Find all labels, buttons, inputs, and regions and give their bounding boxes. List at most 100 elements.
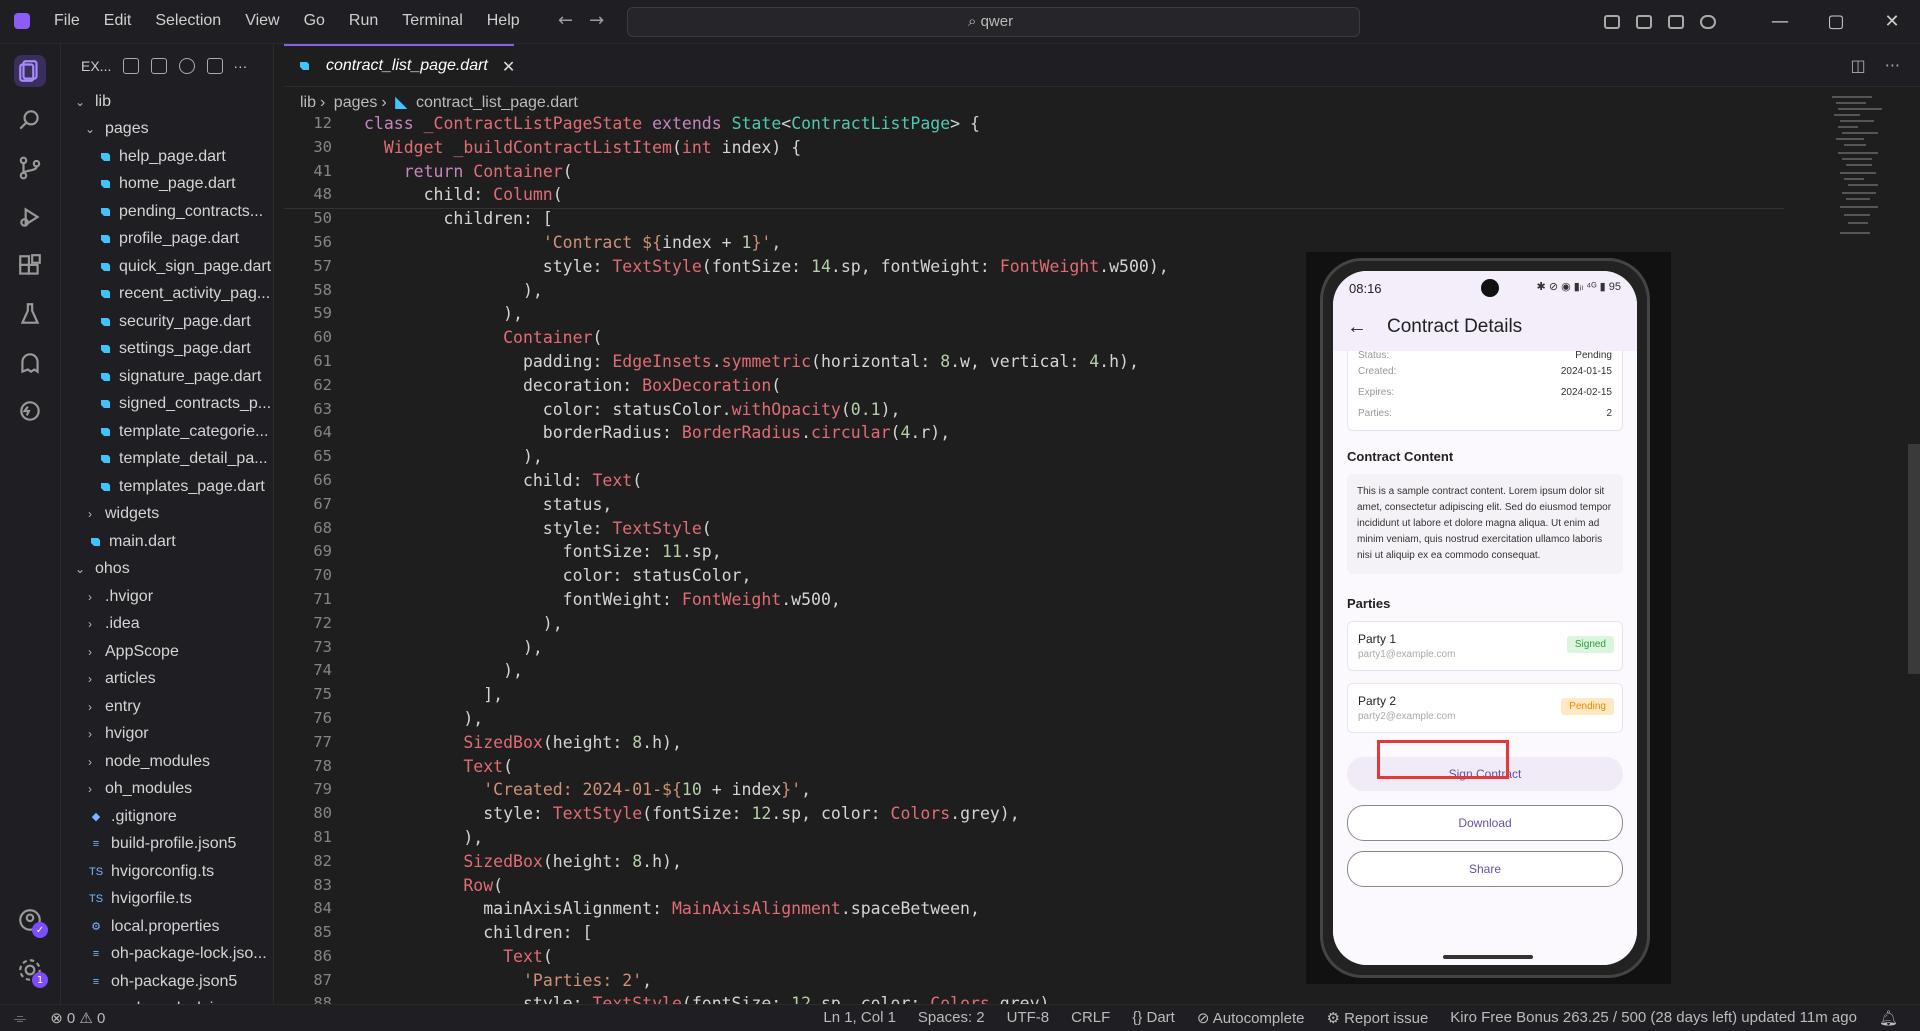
extensions-icon[interactable]	[14, 250, 46, 282]
party-card[interactable]: Party 1 party1@example.com Signed	[1347, 621, 1623, 671]
code-line[interactable]: 82 SizedBox(height: 8.h),	[284, 852, 1384, 876]
source-control-icon[interactable]	[14, 152, 46, 184]
code-line[interactable]: 12 class _ContractListPageState extends S…	[284, 114, 1384, 138]
tree-item[interactable]: › hvigor	[61, 721, 273, 749]
back-arrow-icon[interactable]: ←	[1347, 316, 1367, 339]
tree-item[interactable]: ⌄ pages	[61, 116, 273, 144]
tree-item[interactable]: ⌄ lib	[61, 88, 273, 116]
code-line[interactable]: 62 decoration: BoxDecoration(	[284, 376, 1384, 400]
chat-icon[interactable]	[1700, 14, 1716, 29]
code-line[interactable]: 68 style: TextStyle(	[284, 519, 1384, 543]
code-line[interactable]: 70 color: statusColor,	[284, 566, 1384, 590]
tree-item[interactable]: template_categorie...	[61, 418, 273, 446]
tree-item[interactable]: signature_page.dart	[61, 363, 273, 391]
tree-item[interactable]: › AppScope	[61, 638, 273, 666]
download-button[interactable]: Download	[1347, 805, 1623, 841]
search-icon[interactable]	[14, 104, 46, 136]
flutter-icon[interactable]	[14, 395, 46, 427]
notifications-bell-icon[interactable]: 🔔︎	[1879, 1009, 1898, 1027]
menu-view[interactable]: View	[245, 12, 279, 30]
code-line[interactable]: 60 Container(	[284, 328, 1384, 352]
line-ending[interactable]: CRLF	[1071, 1009, 1110, 1027]
code-line[interactable]: 65 ),	[284, 447, 1384, 471]
new-folder-icon[interactable]	[151, 58, 168, 74]
code-line[interactable]: 71 fontWeight: FontWeight.w500,	[284, 590, 1384, 614]
more-actions-icon[interactable]: ···	[233, 58, 247, 74]
settings-gear-icon[interactable]: 1	[14, 954, 48, 988]
code-line[interactable]: 75 ],	[284, 685, 1384, 709]
tree-item[interactable]: main.dart	[61, 528, 273, 556]
code-line[interactable]: 56 'Contract ${index + 1}',	[284, 233, 1384, 257]
tree-item[interactable]: template_detail_pa...	[61, 446, 273, 474]
problems-count[interactable]: ⊗ 0 ⚠ 0	[50, 1010, 105, 1027]
tree-item[interactable]: profile_page.dart	[61, 226, 273, 254]
tree-item[interactable]: help_page.dart	[61, 143, 273, 171]
menu-run[interactable]: Run	[349, 12, 378, 30]
explorer-icon[interactable]	[14, 55, 46, 87]
code-line[interactable]: 72 ),	[284, 614, 1384, 638]
code-line[interactable]: 67 status,	[284, 495, 1384, 519]
editor-more-icon[interactable]: ···	[1885, 56, 1900, 75]
kiro-bonus-status[interactable]: Kiro Free Bonus 263.25 / 500 (28 days le…	[1450, 1009, 1857, 1027]
code-line[interactable]: 77 SizedBox(height: 8.h),	[284, 733, 1384, 757]
tree-item[interactable]: pending_contracts...	[61, 198, 273, 226]
tree-item[interactable]: signed_contracts_p...	[61, 391, 273, 419]
code-line[interactable]: 64 borderRadius: BorderRadius.circular(4…	[284, 423, 1384, 447]
tree-item[interactable]: TS hvigorfile.ts	[61, 886, 273, 914]
tab-contract-list-page[interactable]: contract_list_page.dart ✕	[284, 44, 515, 86]
code-line[interactable]: 80 style: TextStyle(fontSize: 12.sp, col…	[284, 804, 1384, 828]
refresh-icon[interactable]	[179, 58, 196, 74]
tree-item[interactable]: ≡ oh-package.json5	[61, 968, 273, 996]
code-line[interactable]: 58 ),	[284, 281, 1384, 305]
code-line[interactable]: 86 Text(	[284, 947, 1384, 971]
tree-item[interactable]: recent_activity_pag...	[61, 281, 273, 309]
tree-item[interactable]: {}package-lock.json	[61, 996, 273, 1004]
tree-item[interactable]: TS hvigorconfig.ts	[61, 858, 273, 886]
tree-item[interactable]: ⚙ local.properties	[61, 913, 273, 941]
testing-icon[interactable]	[14, 298, 46, 330]
toggle-sidebar-icon[interactable]	[1636, 14, 1652, 29]
code-line[interactable]: 59 ),	[284, 304, 1384, 328]
tree-item[interactable]: › .idea	[61, 611, 273, 639]
tree-item[interactable]: ◆ .gitignore	[61, 803, 273, 831]
code-line[interactable]: 63 color: statusColor.withOpacity(0.1),	[284, 400, 1384, 424]
encoding[interactable]: UTF-8	[1007, 1009, 1050, 1027]
report-issue[interactable]: ⚙ Report issue	[1326, 1009, 1428, 1027]
tab-close-icon[interactable]: ✕	[502, 57, 515, 76]
code-line[interactable]: 74 ),	[284, 661, 1384, 685]
share-button[interactable]: Share	[1347, 851, 1623, 887]
code-line[interactable]: 88 style: TextStyle(fontSize: 12.sp, col…	[284, 994, 1384, 1004]
minimize-button[interactable]: —	[1752, 11, 1808, 32]
menu-terminal[interactable]: Terminal	[402, 12, 462, 30]
run-debug-icon[interactable]	[14, 201, 46, 233]
code-line[interactable]: 66 child: Text(	[284, 471, 1384, 495]
kiro-ghost-icon[interactable]	[14, 347, 46, 379]
menu-file[interactable]: File	[54, 12, 80, 30]
tree-item[interactable]: › oh_modules	[61, 776, 273, 804]
tree-item[interactable]: › node_modules	[61, 748, 273, 776]
code-line[interactable]: 84 mainAxisAlignment: MainAxisAlignment.…	[284, 899, 1384, 923]
code-line[interactable]: 87 'Parties: 2',	[284, 971, 1384, 995]
command-search[interactable]: ⌕ qwer	[627, 7, 1360, 37]
menu-go[interactable]: Go	[304, 12, 325, 30]
language-mode[interactable]: {} Dart	[1132, 1009, 1175, 1027]
close-window-button[interactable]: ✕	[1864, 11, 1920, 32]
code-line[interactable]: 85 children: [	[284, 923, 1384, 947]
code-line[interactable]: 81 ),	[284, 828, 1384, 852]
tree-item[interactable]: ⌄ ohos	[61, 556, 273, 584]
breadcrumb-lib[interactable]: lib	[300, 94, 316, 111]
code-line[interactable]: 78 Text(	[284, 757, 1384, 781]
code-line[interactable]: 61 padding: EdgeInsets.symmetric(horizon…	[284, 352, 1384, 376]
code-line[interactable]: 83 Row(	[284, 876, 1384, 900]
tree-item[interactable]: templates_page.dart	[61, 473, 273, 501]
tree-item[interactable]: quick_sign_page.dart	[61, 253, 273, 281]
tree-item[interactable]: › .hvigor	[61, 583, 273, 611]
tree-item[interactable]: ≡ build-profile.json5	[61, 831, 273, 859]
minimap[interactable]	[1826, 92, 1906, 392]
menu-selection[interactable]: Selection	[155, 12, 221, 30]
tree-item[interactable]: home_page.dart	[61, 171, 273, 199]
code-line[interactable]: 41 return Container(	[284, 161, 1384, 186]
tree-item[interactable]: ≡ oh-package-lock.jso...	[61, 941, 273, 969]
breadcrumb-file[interactable]: contract_list_page.dart	[416, 94, 578, 111]
tree-item[interactable]: settings_page.dart	[61, 336, 273, 364]
